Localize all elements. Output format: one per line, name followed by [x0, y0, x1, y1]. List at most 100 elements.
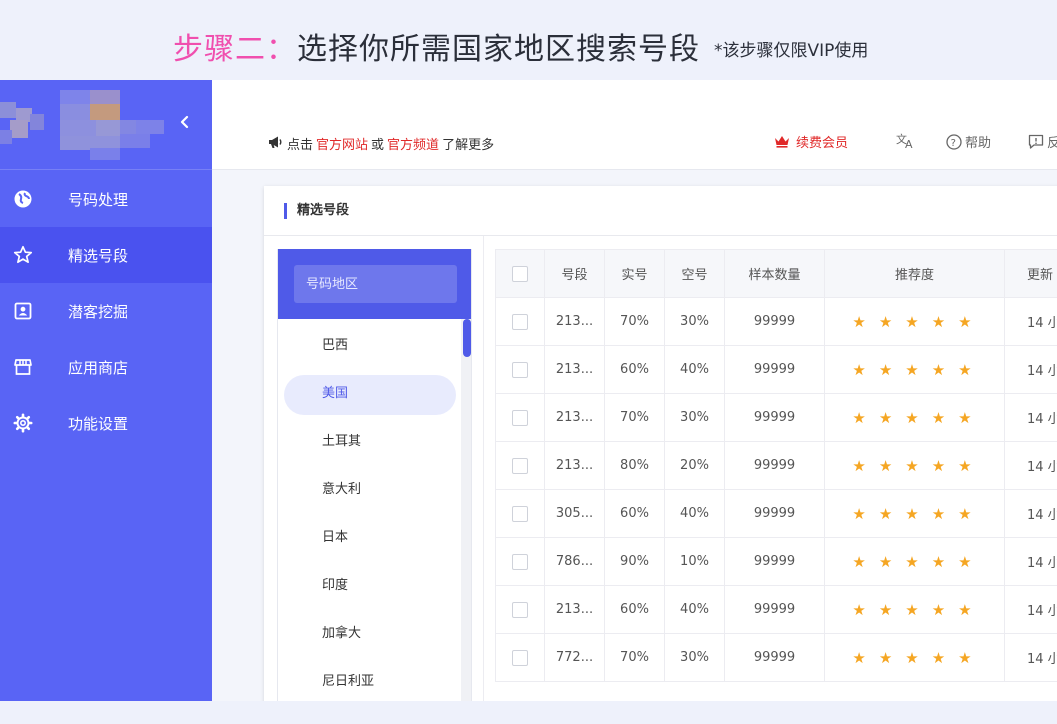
segment-cell: 772...	[544, 633, 605, 682]
official-website-link[interactable]: 官方网站	[316, 134, 368, 153]
samples-cell: 99999	[724, 489, 825, 538]
rating-cell: ★★★★★	[824, 633, 1005, 682]
updated-cell: 14 小	[1004, 441, 1057, 490]
samples-cell: 99999	[724, 393, 825, 442]
samples-cell: 99999	[724, 585, 825, 634]
rating-stars-icon: ★★★★★	[852, 552, 985, 571]
region-search-input[interactable]	[294, 265, 457, 303]
row-checkbox[interactable]	[495, 393, 545, 442]
empty-cell: 40%	[664, 345, 725, 394]
segments-table: 号段 实号 空号 样本数量 推荐度 更新 213... 70% 30% 99999 ★★…	[495, 249, 1057, 682]
notice-prefix: 点击	[287, 138, 314, 153]
region-item-canada[interactable]: 加拿大	[278, 607, 471, 655]
table-row[interactable]: 213...80%20%99999 ★★★★★ 14 小	[495, 441, 1057, 490]
table-body: 213...70%30%99999★★★★★14 小213...60%40%99…	[495, 297, 1057, 682]
real-cell: 80%	[604, 441, 665, 490]
region-scrollbar-thumb[interactable]	[463, 319, 471, 357]
chevron-left-icon[interactable]	[178, 113, 194, 133]
row-checkbox[interactable]	[495, 297, 545, 346]
row-checkbox[interactable]	[495, 585, 545, 634]
region-label: 日本	[322, 529, 349, 545]
rating-stars-icon: ★★★★★	[852, 312, 985, 331]
globe-icon	[0, 189, 68, 209]
renew-membership-button[interactable]: 续费会员	[774, 132, 848, 151]
selected-segments-card: 精选号段 巴西 美国 土耳其 意大利 日本 印度 加拿大 尼日利亚	[264, 186, 1057, 701]
table-row[interactable]: 213...60%40%99999 ★★★★★ 14 小	[495, 585, 1057, 634]
region-label: 巴西	[322, 337, 349, 353]
column-header-segment: 号段	[544, 249, 605, 298]
region-label: 土耳其	[322, 433, 362, 449]
rating-cell: ★★★★★	[824, 537, 1005, 586]
rating-stars-icon: ★★★★★	[852, 600, 985, 619]
sidebar-item-label: 应用商店	[68, 358, 129, 377]
region-item-japan[interactable]: 日本	[278, 511, 471, 559]
rating-stars-icon: ★★★★★	[852, 456, 985, 475]
row-checkbox[interactable]	[495, 537, 545, 586]
help-button[interactable]: ? 帮助	[946, 132, 991, 151]
table-row[interactable]: 305...60%40%99999 ★★★★★ 14 小	[495, 489, 1057, 538]
row-checkbox[interactable]	[495, 345, 545, 394]
top-bar: 点击 官方网站 或 官方频道 了解更多 续费会员 文A ? 帮助 反	[212, 80, 1057, 170]
select-all-checkbox[interactable]	[495, 249, 545, 298]
table-row[interactable]: 772...70%30%99999 ★★★★★ 14 小	[495, 633, 1057, 682]
svg-text:?: ?	[951, 138, 956, 149]
updated-cell: 14 小	[1004, 537, 1057, 586]
sidebar-item-app-store[interactable]: 应用商店	[0, 339, 212, 395]
row-checkbox[interactable]	[495, 441, 545, 490]
samples-cell: 99999	[724, 537, 825, 586]
region-item-usa[interactable]: 美国	[278, 367, 471, 415]
crown-icon	[774, 135, 790, 148]
region-scrollbar-track[interactable]	[461, 319, 471, 701]
sidebar-item-selected-segments[interactable]: 精选号段	[0, 227, 212, 283]
sidebar-item-settings[interactable]: 功能设置	[0, 395, 212, 451]
feedback-button[interactable]: 反	[1028, 132, 1057, 151]
table-row[interactable]: 213...70%30%99999 ★★★★★ 14 小	[495, 297, 1057, 346]
row-checkbox[interactable]	[495, 489, 545, 538]
sidebar-nav: 号码处理 精选号段 潜客挖掘 应用商店 功能设置	[0, 171, 212, 451]
column-header-rating: 推荐度	[824, 249, 1005, 298]
blurred-logo	[0, 90, 180, 162]
real-cell: 60%	[604, 345, 665, 394]
empty-cell: 40%	[664, 585, 725, 634]
banner-title: 选择你所需国家地区搜索号段	[297, 32, 700, 67]
region-label: 加拿大	[322, 625, 362, 641]
table-row[interactable]: 213...70%30%99999 ★★★★★ 14 小	[495, 393, 1057, 442]
sidebar-item-label: 号码处理	[68, 190, 129, 209]
card-title: 精选号段	[284, 203, 349, 219]
region-item-nigeria[interactable]: 尼日利亚	[278, 655, 471, 701]
notice-bar: 点击 官方网站 或 官方频道 了解更多	[268, 134, 494, 153]
region-label: 美国	[322, 385, 349, 401]
updated-cell: 14 小	[1004, 585, 1057, 634]
table-row[interactable]: 213...60%40%99999 ★★★★★ 14 小	[495, 345, 1057, 394]
rating-stars-icon: ★★★★★	[852, 408, 985, 427]
logo-area	[0, 80, 212, 170]
samples-cell: 99999	[724, 297, 825, 346]
row-checkbox[interactable]	[495, 633, 545, 682]
banner-step: 步骤二：	[173, 32, 297, 67]
official-channel-link[interactable]: 官方频道	[387, 134, 439, 153]
megaphone-icon	[268, 135, 284, 153]
sidebar: 号码处理 精选号段 潜客挖掘 应用商店 功能设置	[0, 80, 212, 701]
real-cell: 70%	[604, 393, 665, 442]
region-item-turkey[interactable]: 土耳其	[278, 415, 471, 463]
sidebar-item-label: 功能设置	[68, 414, 129, 433]
region-item-india[interactable]: 印度	[278, 559, 471, 607]
empty-cell: 30%	[664, 393, 725, 442]
bottom-margin	[0, 701, 1057, 724]
sidebar-item-prospect-mining[interactable]: 潜客挖掘	[0, 283, 212, 339]
real-cell: 70%	[604, 633, 665, 682]
real-cell: 60%	[604, 489, 665, 538]
column-header-empty: 空号	[664, 249, 725, 298]
table-row[interactable]: 786...90%10%99999 ★★★★★ 14 小	[495, 537, 1057, 586]
app-window: 号码处理 精选号段 潜客挖掘 应用商店 功能设置 点击 官方网站 或 官方频道 …	[0, 80, 1057, 701]
region-label: 尼日利亚	[322, 673, 375, 689]
empty-cell: 40%	[664, 489, 725, 538]
updated-cell: 14 小	[1004, 345, 1057, 394]
sidebar-item-number-processing[interactable]: 号码处理	[0, 171, 212, 227]
table-header-row: 号段 实号 空号 样本数量 推荐度 更新	[495, 249, 1057, 298]
translate-icon[interactable]: 文A	[896, 132, 916, 150]
region-item-brazil[interactable]: 巴西	[278, 319, 471, 367]
region-item-italy[interactable]: 意大利	[278, 463, 471, 511]
help-label: 帮助	[965, 136, 992, 151]
feedback-label: 反	[1047, 136, 1057, 151]
